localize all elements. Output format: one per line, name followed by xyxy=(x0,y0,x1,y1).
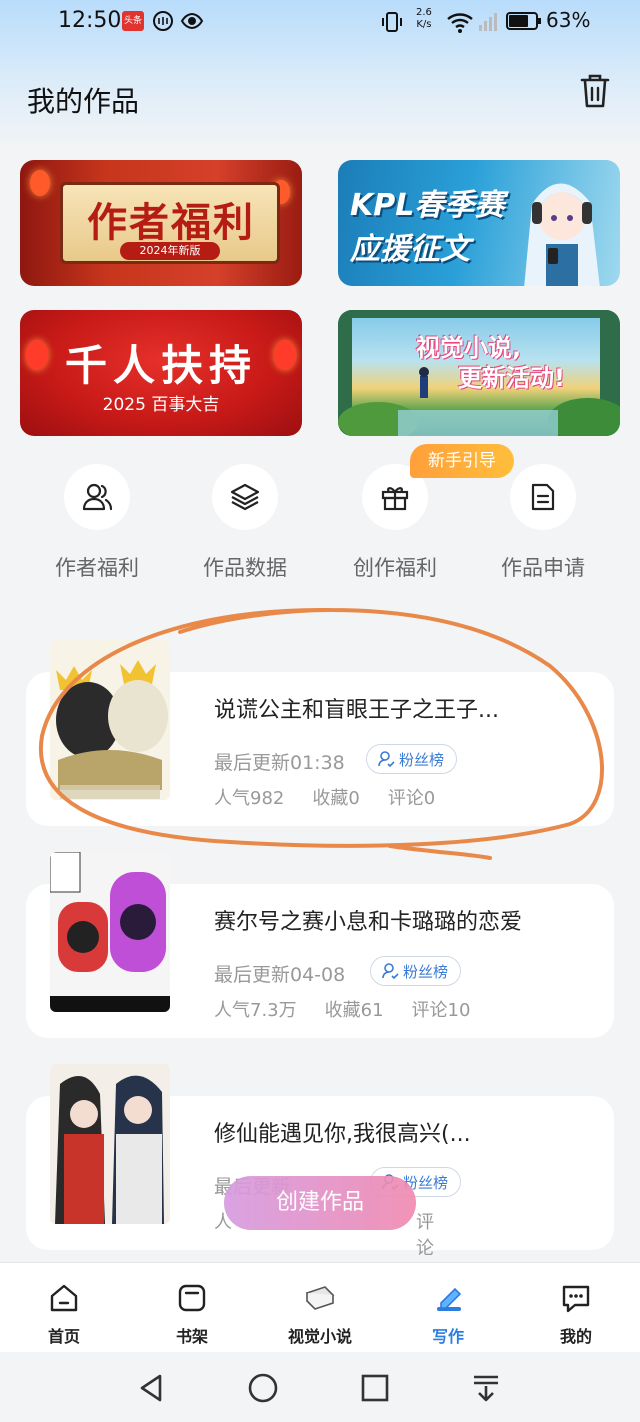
toutiao-badge-icon: 头条 xyxy=(122,11,144,31)
network-speed-value: 2.6 xyxy=(416,7,432,18)
trash-icon[interactable] xyxy=(578,72,612,110)
banner-subtitle: 2025 百事大吉 xyxy=(102,395,220,415)
back-icon[interactable] xyxy=(134,1370,170,1406)
bookshelf-icon xyxy=(178,1284,206,1312)
nav-mine[interactable]: 我的 xyxy=(516,1281,636,1347)
work-comments: 评论10 xyxy=(411,1000,471,1021)
fans-rank-label: 粉丝榜 xyxy=(403,962,449,981)
layers-icon xyxy=(230,483,260,511)
banner-subtitle: 2024年新版 xyxy=(120,242,220,260)
entry-work-data[interactable]: 作品数据 xyxy=(170,464,320,582)
pen-icon xyxy=(437,1287,462,1311)
fans-rank-button[interactable]: 粉丝榜 xyxy=(366,744,458,774)
nav-label: 书架 xyxy=(175,1327,208,1346)
vibrate-icon xyxy=(382,12,402,32)
entry-icon-wrap xyxy=(212,464,278,530)
banner-title-line2: 应援征文 xyxy=(350,232,470,267)
chat-icon xyxy=(562,1285,590,1313)
cover-illustration xyxy=(50,640,170,800)
wifi-icon xyxy=(447,13,473,33)
users-icon xyxy=(82,483,113,511)
nav-visual-novel[interactable]: 视觉小说 xyxy=(260,1281,380,1347)
work-title: 赛尔号之赛小息和卡璐璐的恋爱 xyxy=(214,910,523,935)
entry-work-application[interactable]: 作品申请 xyxy=(468,464,618,582)
work-last-update: 最后更新01:38 xyxy=(214,752,345,774)
nav-label: 写作 xyxy=(431,1327,464,1346)
nav-writing[interactable]: 写作 xyxy=(388,1281,508,1347)
entry-label: 创作福利 xyxy=(353,556,437,580)
sync-icon xyxy=(153,11,173,31)
user-icon xyxy=(378,751,395,768)
system-nav-bar xyxy=(0,1352,640,1422)
banner-title: 千人扶持 xyxy=(64,341,257,390)
nav-label: 视觉小说 xyxy=(287,1327,352,1346)
entry-label: 作者福利 xyxy=(55,556,139,580)
work-last-update: 最后更新04-08 xyxy=(214,964,346,986)
work-title: 说谎公主和盲眼王子之王子... xyxy=(214,698,499,723)
nav-bookshelf[interactable]: 书架 xyxy=(132,1281,252,1347)
banner-kpl-contest[interactable]: KPL春季赛 应援征文 xyxy=(338,160,620,286)
page-title: 我的作品 xyxy=(27,85,140,118)
status-time: 12:50 xyxy=(58,8,122,33)
entry-icon-wrap xyxy=(64,464,130,530)
book-icon xyxy=(305,1286,335,1310)
cover-illustration xyxy=(50,852,170,1012)
network-speed-unit: K/s xyxy=(416,19,432,30)
banner-title-line1: KPL春季赛 xyxy=(350,188,505,223)
gift-icon xyxy=(381,487,409,511)
banner-visual-novel-event[interactable]: 视觉小说, 更新活动! xyxy=(338,310,620,436)
home-circle-icon[interactable] xyxy=(245,1370,281,1406)
work-stats: 人气7.3万 收藏61 评论10 xyxy=(214,996,470,1022)
create-work-button[interactable]: 创建作品 xyxy=(224,1176,416,1230)
banner-author-benefits[interactable]: 作者福利 2024年新版 xyxy=(20,160,302,286)
lantern-decoration xyxy=(30,170,50,196)
home-icon xyxy=(50,1284,78,1312)
banner-title: 作者福利 xyxy=(87,200,255,246)
entry-label: 作品数据 xyxy=(203,556,287,580)
nav-label: 我的 xyxy=(559,1327,592,1346)
cover-illustration xyxy=(50,1064,170,1224)
work-stats: 人气982 收藏0 评论0 xyxy=(214,784,435,810)
notification-pull-icon[interactable] xyxy=(468,1370,504,1406)
banner-title-line2: 更新活动! xyxy=(458,364,565,392)
entry-label: 作品申请 xyxy=(501,556,585,580)
eye-icon xyxy=(180,12,204,30)
battery-level: 63% xyxy=(546,8,591,32)
banner-thousand-support[interactable]: 千人扶持 2025 百事大吉 xyxy=(20,310,302,436)
newbie-guide-tag[interactable]: 新手引导 xyxy=(410,444,514,478)
bottom-nav: 首页 书架 视觉小说 写作 我的 xyxy=(0,1262,640,1352)
battery-icon xyxy=(506,12,541,30)
recents-icon[interactable] xyxy=(357,1370,393,1406)
entry-creation-benefits[interactable]: 创作福利 xyxy=(320,464,470,582)
entry-author-benefits[interactable]: 作者福利 xyxy=(22,464,172,582)
entry-icon-wrap xyxy=(510,464,576,530)
work-favorites: 收藏0 xyxy=(312,788,360,809)
signal-icon xyxy=(479,13,497,31)
user-icon xyxy=(382,963,399,980)
fans-rank-label: 粉丝榜 xyxy=(399,750,445,769)
work-popularity: 人气7.3万 xyxy=(214,1000,297,1021)
work-cover[interactable] xyxy=(50,640,170,800)
document-icon xyxy=(531,483,555,511)
work-comments: 评论0 xyxy=(387,788,436,809)
work-cover[interactable] xyxy=(50,1064,170,1224)
nav-home[interactable]: 首页 xyxy=(4,1281,124,1347)
anime-girl-illustration xyxy=(524,183,600,286)
network-speed: 2.6 K/s xyxy=(416,7,432,31)
work-popularity: 人气982 xyxy=(214,788,285,809)
status-bar: 12:50 头条 2.6 K/s 63% xyxy=(0,0,640,46)
nav-label: 首页 xyxy=(47,1327,80,1346)
fans-rank-button[interactable]: 粉丝榜 xyxy=(370,956,462,986)
work-cover[interactable] xyxy=(50,852,170,1012)
work-title: 修仙能遇见你,我很高兴(... xyxy=(214,1122,471,1147)
work-favorites: 收藏61 xyxy=(324,1000,384,1021)
